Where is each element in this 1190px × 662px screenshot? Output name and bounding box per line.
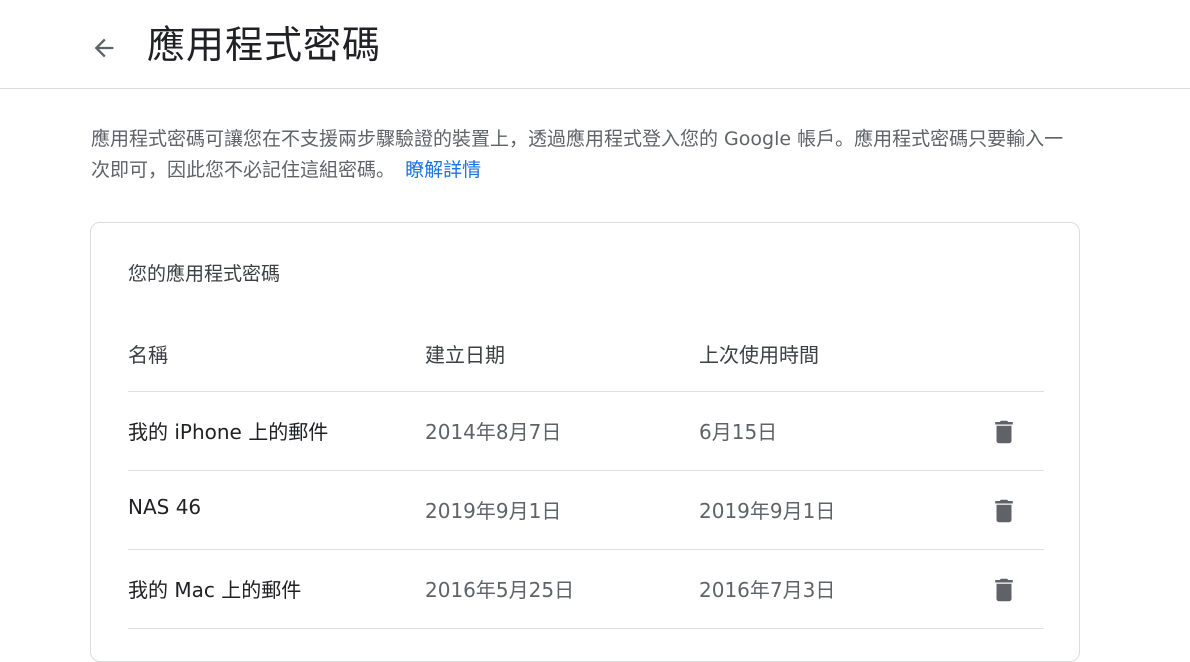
delete-button[interactable] bbox=[984, 570, 1024, 610]
row-name: NAS 46 bbox=[128, 495, 202, 519]
top-bar: 應用程式密碼 bbox=[0, 0, 1190, 89]
delete-button[interactable] bbox=[984, 491, 1024, 531]
column-header-last-used: 上次使用時間 bbox=[699, 343, 819, 367]
trash-icon bbox=[995, 420, 1013, 444]
intro-text: 應用程式密碼可讓您在不支援兩步驟驗證的裝置上，透過應用程式登入您的 Google… bbox=[91, 128, 1064, 181]
row-last-used: 2016年7月3日 bbox=[699, 578, 836, 602]
back-button[interactable] bbox=[84, 28, 124, 68]
intro-description: 應用程式密碼可讓您在不支援兩步驟驗證的裝置上，透過應用程式登入您的 Google… bbox=[91, 124, 1081, 186]
row-name: 我的 Mac 上的郵件 bbox=[128, 578, 302, 602]
arrow-back-icon bbox=[94, 38, 114, 58]
row-created-date: 2016年5月25日 bbox=[425, 578, 575, 602]
table-row: 我的 Mac 上的郵件 2016年5月25日 2016年7月3日 bbox=[128, 550, 1044, 629]
table-header: 名稱 建立日期 上次使用時間 bbox=[128, 319, 1044, 392]
row-last-used: 6月15日 bbox=[699, 420, 778, 444]
trash-icon bbox=[995, 499, 1013, 523]
delete-button[interactable] bbox=[984, 412, 1024, 452]
row-created-date: 2014年8月7日 bbox=[425, 420, 562, 444]
page-title: 應用程式密碼 bbox=[147, 23, 382, 67]
app-passwords-card: 您的應用程式密碼 名稱 建立日期 上次使用時間 我的 iPhone 上的郵件 2… bbox=[90, 222, 1080, 662]
learn-more-link[interactable]: 瞭解詳情 bbox=[405, 159, 481, 181]
row-created-date: 2019年9月1日 bbox=[425, 499, 562, 523]
table-row: NAS 46 2019年9月1日 2019年9月1日 bbox=[128, 471, 1044, 550]
card-title: 您的應用程式密碼 bbox=[128, 263, 281, 285]
trash-icon bbox=[995, 578, 1013, 602]
row-last-used: 2019年9月1日 bbox=[699, 499, 836, 523]
row-name: 我的 iPhone 上的郵件 bbox=[128, 420, 329, 444]
table-row: 我的 iPhone 上的郵件 2014年8月7日 6月15日 bbox=[128, 392, 1044, 471]
app-passwords-table: 名稱 建立日期 上次使用時間 我的 iPhone 上的郵件 2014年8月7日 … bbox=[128, 319, 1044, 629]
column-header-name: 名稱 bbox=[128, 343, 168, 367]
column-header-created: 建立日期 bbox=[425, 343, 505, 367]
